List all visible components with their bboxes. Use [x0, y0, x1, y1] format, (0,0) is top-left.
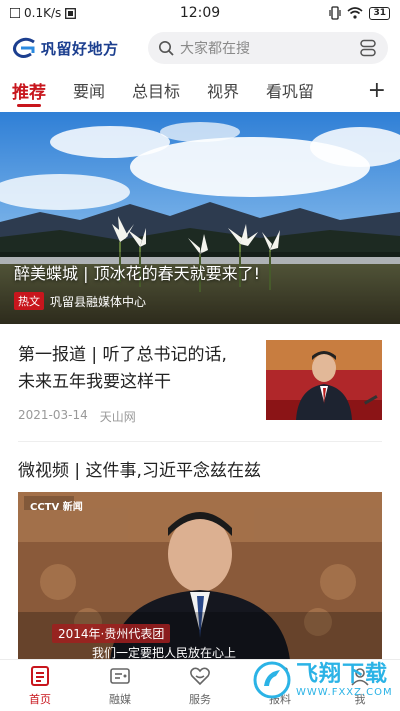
watermark-logo-icon	[253, 661, 291, 699]
status-right: 31	[329, 6, 390, 20]
media-icon	[108, 664, 132, 688]
home-doc-icon	[28, 664, 52, 688]
watermark-sub: WWW.FXXZ.COM	[296, 686, 393, 698]
heart-service-icon	[188, 664, 212, 688]
tab-recommend[interactable]: 推荐	[12, 72, 46, 108]
article-meta: 2021-03-14 天山网	[18, 408, 136, 425]
notification-icon	[65, 7, 77, 19]
divider	[18, 441, 382, 442]
channel-logo: CCTV 新闻	[30, 502, 83, 513]
nav-service[interactable]: 服务	[160, 660, 240, 711]
watermark-main: 飞翔下载	[296, 661, 389, 687]
wifi-icon	[347, 7, 363, 19]
article-thumbnail	[266, 340, 382, 420]
search-icon	[159, 41, 174, 56]
network-speed: 0.1K/s	[24, 6, 62, 20]
hero-source: 巩留县融媒体中心	[50, 294, 147, 309]
logo-mark-icon	[13, 37, 35, 58]
video-thumbnail[interactable]: CCTV 新闻 2014年·贵州代表团 我们一定要把人民放在心上	[18, 492, 382, 660]
battery-icon: 31	[369, 6, 390, 20]
article-title: 第一报道 | 听了总书记的话,未来五年我要这样干	[18, 345, 227, 392]
article-source: 天山网	[99, 410, 136, 424]
article-title: 微视频 | 这件事,习近平念兹在兹	[18, 461, 261, 481]
tab-goal[interactable]: 总目标	[132, 72, 180, 108]
watermark: 飞翔下载 WWW.FXXZ.COM	[252, 652, 400, 708]
nav-home[interactable]: 首页	[0, 660, 80, 711]
nav-media-label: 融媒	[109, 693, 131, 706]
signal-icon	[10, 8, 20, 18]
hero-banner[interactable]: 醉美蝶城 | 顶冰花的春天就要来了! 热文 巩留县融媒体中心	[0, 112, 400, 324]
hero-meta: 热文 巩留县融媒体中心	[14, 292, 146, 310]
watermark-text: 飞翔下载 WWW.FXXZ.COM	[296, 661, 393, 698]
search-input[interactable]: 大家都在搜	[148, 32, 388, 64]
vibrate-icon	[329, 6, 342, 20]
category-tabs: 推荐 要闻 总目标 视界 看巩留 +	[0, 72, 400, 108]
nav-service-label: 服务	[189, 693, 211, 706]
nav-home-label: 首页	[29, 693, 51, 706]
list-item[interactable]: 第一报道 | 听了总书记的话,未来五年我要这样干 2021-03-14 天山网	[0, 336, 400, 432]
scan-icon[interactable]	[358, 38, 378, 58]
hero-title: 醉美蝶城 | 顶冰花的春天就要来了!	[14, 264, 260, 283]
search-placeholder: 大家都在搜	[180, 41, 250, 57]
article-date: 2021-03-14	[18, 408, 88, 422]
nav-media[interactable]: 融媒	[80, 660, 160, 711]
video-caption: 2014年·贵州代表团	[52, 624, 171, 643]
app-name: 巩留好地方	[41, 39, 119, 58]
status-left: 0.1K/s	[10, 6, 160, 20]
app-header: 巩留好地方 大家都在搜	[0, 26, 400, 70]
app-logo[interactable]: 巩留好地方	[12, 37, 142, 59]
tab-vision[interactable]: 视界	[207, 72, 239, 108]
add-tab-button[interactable]: +	[368, 78, 386, 103]
tab-news[interactable]: 要闻	[73, 72, 105, 108]
tab-gongliu[interactable]: 看巩留	[266, 72, 314, 108]
video-subtitle: 我们一定要把人民放在心上	[92, 646, 237, 660]
hot-badge: 热文	[14, 292, 44, 310]
status-bar: 0.1K/s 12:09 31	[0, 0, 400, 26]
